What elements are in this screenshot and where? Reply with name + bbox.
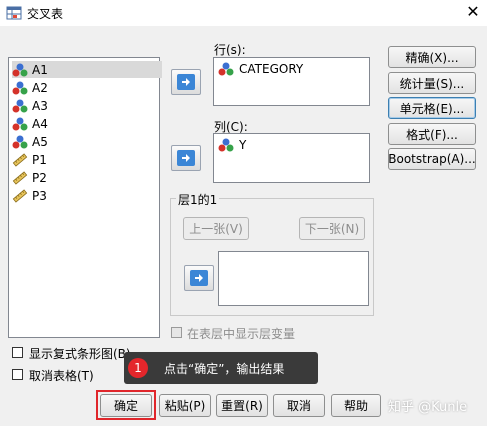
layer-list[interactable] bbox=[218, 251, 369, 306]
variable-label: A5 bbox=[32, 134, 48, 149]
suppress-tables-label: 取消表格(T) bbox=[29, 369, 94, 383]
nominal-icon bbox=[12, 81, 28, 94]
title-bar bbox=[0, 0, 487, 26]
variable-label: A1 bbox=[32, 62, 48, 77]
move-to-layer-button[interactable] bbox=[184, 265, 214, 291]
nominal-icon bbox=[218, 62, 234, 76]
rows-label: 行(s): bbox=[214, 43, 246, 57]
suppress-tables-checkbox[interactable] bbox=[12, 369, 23, 380]
variable-item[interactable]: A4 bbox=[12, 115, 162, 132]
nominal-icon bbox=[218, 138, 234, 152]
rows-list[interactable]: CATEGORY bbox=[213, 57, 370, 106]
nominal-icon bbox=[12, 63, 28, 76]
variable-item[interactable]: P2 bbox=[12, 169, 162, 186]
variable-item[interactable]: A2 bbox=[12, 79, 162, 96]
layer-group-label: 层1的1 bbox=[176, 191, 220, 208]
rows-item[interactable]: CATEGORY bbox=[218, 62, 303, 76]
move-to-rows-button[interactable] bbox=[171, 69, 201, 95]
annotation-step-badge: 1 bbox=[128, 358, 148, 378]
variable-label: A3 bbox=[32, 98, 48, 113]
annotation-text: 点击“确定”，输出结果 bbox=[164, 361, 285, 376]
nominal-icon bbox=[12, 135, 28, 148]
variable-item[interactable]: A3 bbox=[12, 97, 162, 114]
cells-button[interactable]: 单元格(E)... bbox=[388, 97, 476, 119]
variable-item[interactable]: P1 bbox=[12, 151, 162, 168]
variable-label: A2 bbox=[32, 80, 48, 95]
annotation-tooltip: 点击“确定”，输出结果 bbox=[124, 352, 318, 384]
columns-item-label: Y bbox=[239, 138, 247, 152]
arrow-right-icon bbox=[182, 154, 190, 162]
watermark: 知乎 @Kunle bbox=[388, 400, 468, 415]
paste-button[interactable]: 粘贴(P) bbox=[159, 394, 211, 417]
display-layer-variables-checkbox[interactable] bbox=[171, 327, 182, 338]
nominal-icon bbox=[12, 117, 28, 130]
statistics-button[interactable]: 统计量(S)... bbox=[388, 72, 476, 94]
format-button[interactable]: 格式(F)... bbox=[388, 123, 476, 145]
close-button[interactable]: ✕ bbox=[463, 2, 483, 22]
variable-item[interactable]: A5 bbox=[12, 133, 162, 150]
source-variable-list[interactable]: A1 A2 A3 A4 A5 P1 P2 P3 bbox=[8, 57, 162, 338]
clustered-bar-checkbox[interactable] bbox=[12, 347, 23, 358]
columns-list[interactable]: Y bbox=[213, 133, 370, 183]
scale-icon bbox=[12, 188, 28, 203]
variable-label: A4 bbox=[32, 116, 48, 131]
crosstabs-app-icon bbox=[6, 5, 22, 21]
window-title: 交叉表 bbox=[27, 7, 64, 21]
clustered-bar-label: 显示复式条形图(B) bbox=[29, 347, 131, 361]
scale-icon bbox=[12, 170, 28, 185]
cancel-button[interactable]: 取消 bbox=[273, 394, 325, 417]
reset-button[interactable]: 重置(R) bbox=[216, 394, 268, 417]
exact-button[interactable]: 精确(X)... bbox=[388, 46, 476, 68]
variable-label: P3 bbox=[32, 188, 47, 203]
rows-item-label: CATEGORY bbox=[239, 62, 304, 76]
ok-button-highlight bbox=[96, 390, 156, 420]
previous-layer-button[interactable]: 上一张(V) bbox=[183, 217, 249, 240]
bootstrap-button[interactable]: Bootstrap(A)... bbox=[388, 148, 476, 170]
variable-label: P1 bbox=[32, 152, 47, 167]
arrow-right-icon bbox=[195, 274, 203, 282]
help-button[interactable]: 帮助 bbox=[331, 394, 381, 417]
variable-item[interactable]: P3 bbox=[12, 187, 162, 204]
arrow-right-icon bbox=[182, 78, 190, 86]
variable-item[interactable]: A1 bbox=[12, 61, 162, 78]
move-to-columns-button[interactable] bbox=[171, 145, 201, 171]
variable-label: P2 bbox=[32, 170, 47, 185]
display-layer-variables-label: 在表层中显示层变量 bbox=[187, 327, 296, 341]
scale-icon bbox=[12, 152, 28, 167]
columns-item[interactable]: Y bbox=[218, 138, 246, 152]
nominal-icon bbox=[12, 99, 28, 112]
next-layer-button[interactable]: 下一张(N) bbox=[299, 217, 365, 240]
